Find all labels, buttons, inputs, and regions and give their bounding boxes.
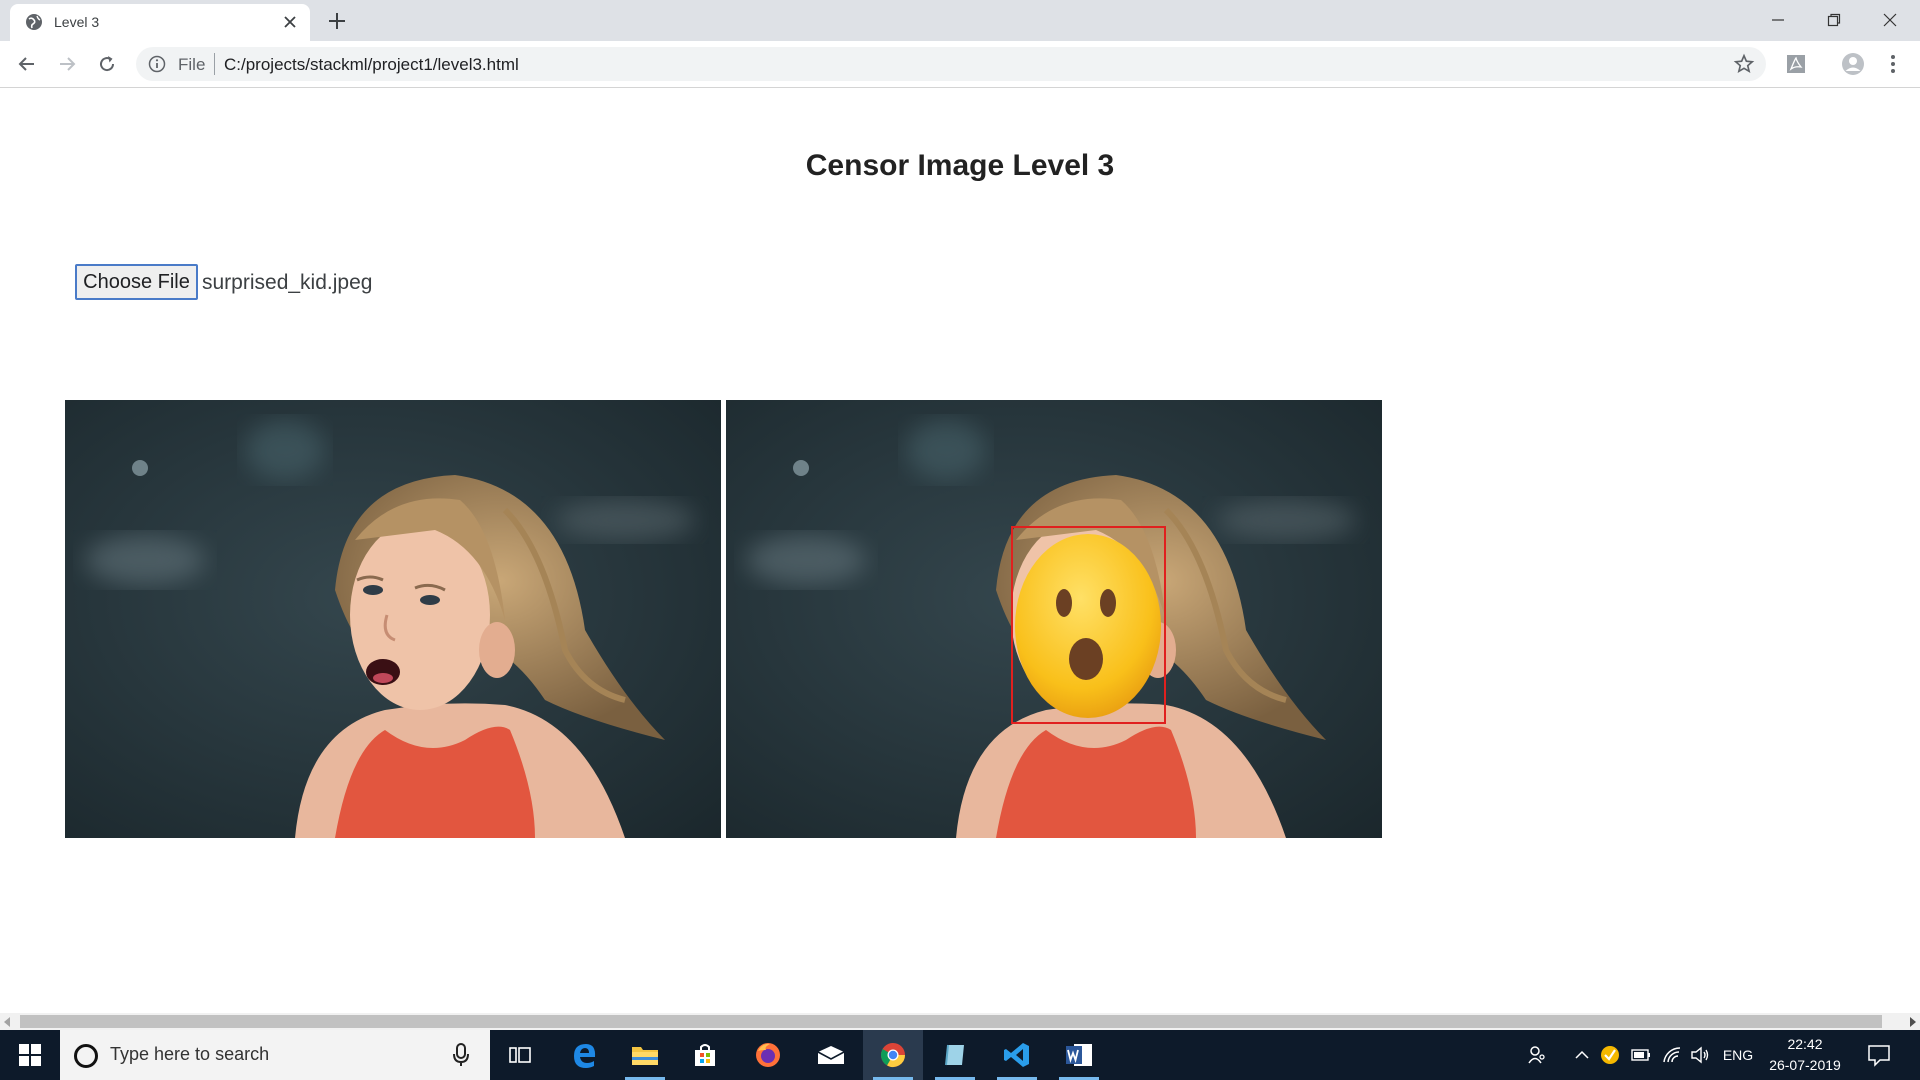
chevron-up-icon (1575, 1050, 1589, 1059)
page-content: Censor Image Level 3 Choose File surpris… (0, 89, 1920, 1013)
reload-icon (100, 56, 115, 72)
menu-button[interactable] (1878, 49, 1908, 79)
mail-icon (817, 1046, 845, 1064)
word-app[interactable] (1049, 1030, 1109, 1080)
page-title: Censor Image Level 3 (805, 149, 1115, 182)
microphone-icon[interactable] (452, 1043, 470, 1067)
store-app[interactable] (675, 1030, 735, 1080)
original-image (65, 400, 721, 838)
show-hidden-icons-button[interactable] (1572, 1044, 1592, 1066)
cortana-icon (74, 1044, 98, 1068)
browser-toolbar: File C:/projects/stackml/project1/level3… (0, 41, 1920, 88)
choose-file-button[interactable]: Choose File (75, 264, 198, 300)
file-explorer-app[interactable] (615, 1030, 675, 1080)
taskbar-search-box[interactable]: Type here to search (60, 1030, 490, 1080)
clock-time: 22:42 (1787, 1036, 1823, 1052)
norton-tray-button[interactable] (1598, 1044, 1622, 1066)
address-bar[interactable]: File C:/projects/stackml/project1/level3… (136, 47, 1766, 81)
people-button[interactable] (1525, 1044, 1549, 1066)
surprised-emoji-overlay (1015, 534, 1161, 718)
search-placeholder: Type here to search (110, 1044, 270, 1064)
windows-logo-icon (19, 1044, 41, 1066)
tab-title: Level 3 (54, 14, 100, 30)
close-icon (1883, 13, 1897, 27)
minimize-button[interactable] (1750, 4, 1806, 36)
forward-arrow-icon (60, 57, 76, 71)
forward-button[interactable] (52, 49, 82, 79)
back-button[interactable] (12, 49, 42, 79)
start-button[interactable] (0, 1030, 60, 1080)
people-icon (1528, 1046, 1545, 1064)
edge-app[interactable] (555, 1030, 615, 1080)
firefox-icon (756, 1043, 780, 1067)
info-icon[interactable] (148, 55, 166, 73)
globe-icon (26, 14, 42, 30)
firefox-app[interactable] (738, 1030, 798, 1080)
clock-date: 26-07-2019 (1769, 1057, 1841, 1073)
horizontal-scrollbar[interactable] (0, 1013, 1920, 1030)
vscode-icon (1004, 1043, 1029, 1067)
browser-tab[interactable]: Level 3 (10, 4, 310, 41)
pdf-extension-button[interactable] (1781, 49, 1811, 79)
blue-app[interactable] (925, 1030, 985, 1080)
new-tab-icon[interactable] (325, 9, 349, 33)
system-clock[interactable]: 22:42 26-07-2019 (1760, 1034, 1850, 1076)
edge-icon (574, 1044, 596, 1068)
mail-app[interactable] (801, 1030, 861, 1080)
store-bag-icon (695, 1044, 715, 1066)
address-separator (214, 53, 215, 75)
bookmark-star-icon[interactable] (1733, 53, 1755, 75)
minimize-icon (1772, 19, 1784, 21)
chrome-app[interactable] (863, 1030, 923, 1080)
windows-taskbar: Type here to search ENG 22:42 26-07-2019 (0, 1030, 1920, 1080)
wifi-icon (1663, 1047, 1681, 1063)
selected-file-name: surprised_kid.jpeg (202, 271, 373, 294)
close-tab-icon[interactable] (280, 12, 300, 32)
scheme-label: File (178, 55, 206, 74)
word-icon (1066, 1044, 1092, 1066)
task-view-icon (509, 1047, 531, 1063)
folder-icon (632, 1047, 658, 1065)
battery-icon (1631, 1049, 1650, 1061)
app-tile-icon (945, 1044, 964, 1066)
url-text[interactable]: C:/projects/stackml/project1/level3.html (224, 55, 519, 75)
close-window-button[interactable] (1862, 4, 1918, 36)
volume-button[interactable] (1688, 1044, 1712, 1066)
security-badge-icon (1601, 1046, 1619, 1064)
restore-icon (1827, 13, 1841, 27)
original-photo-illustration (65, 400, 721, 838)
scrollbar-thumb[interactable] (20, 1015, 1882, 1028)
pdf-extension-icon (1787, 55, 1805, 73)
input-language[interactable]: ENG (1718, 1044, 1758, 1066)
kebab-menu-icon (1891, 55, 1895, 73)
scroll-left-arrow-icon[interactable] (4, 1017, 10, 1027)
battery-button[interactable] (1629, 1044, 1653, 1066)
restore-button[interactable] (1806, 4, 1862, 36)
scroll-right-arrow-icon[interactable] (1910, 1017, 1916, 1027)
censored-photo-illustration (726, 400, 1382, 838)
task-view-button[interactable] (490, 1030, 550, 1080)
vscode-app[interactable] (987, 1030, 1047, 1080)
wifi-button[interactable] (1660, 1044, 1684, 1066)
back-arrow-icon (18, 57, 34, 71)
avatar-icon (1842, 53, 1864, 75)
profile-button[interactable] (1838, 49, 1868, 79)
chrome-icon (880, 1043, 905, 1068)
speaker-icon (1691, 1046, 1709, 1064)
browser-tab-bar: Level 3 (0, 0, 1920, 41)
action-center-icon[interactable] (1866, 1042, 1892, 1068)
reload-button[interactable] (92, 49, 122, 79)
censored-image (726, 400, 1382, 838)
